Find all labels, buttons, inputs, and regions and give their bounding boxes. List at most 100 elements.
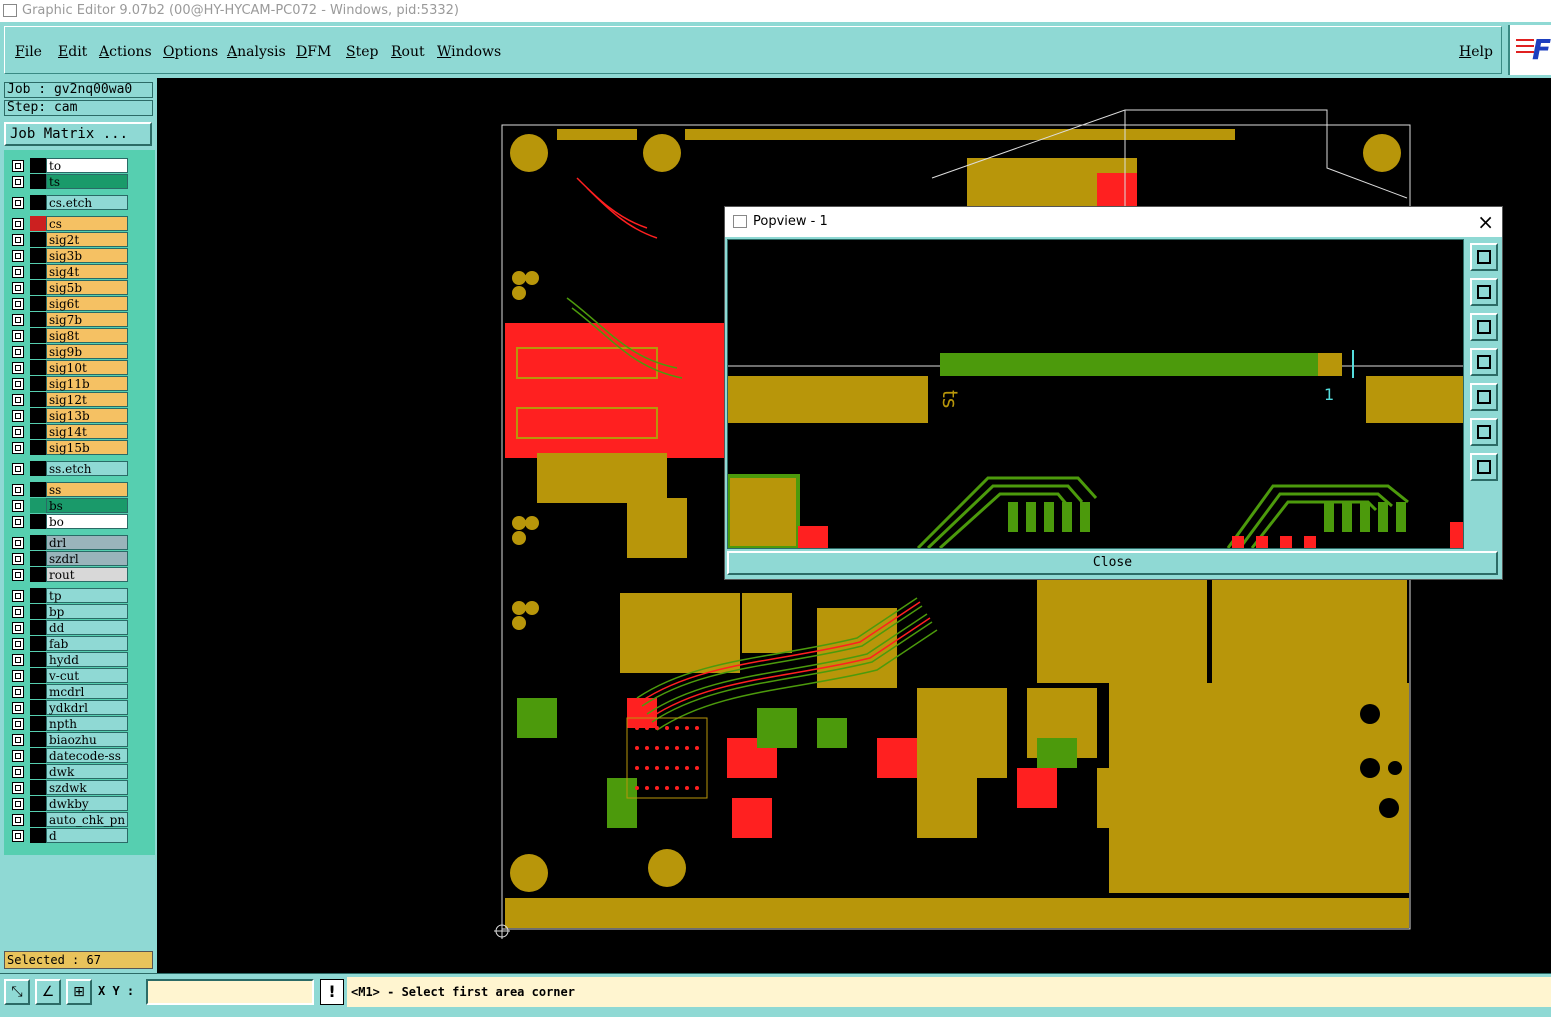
layer-name[interactable]: ss — [46, 482, 128, 497]
layer-checkbox[interactable] — [12, 250, 24, 262]
layer-color-swatch[interactable] — [30, 461, 46, 476]
layer-color-swatch[interactable] — [30, 296, 46, 311]
layer-row-biaozhu[interactable]: biaozhu — [8, 732, 128, 748]
layer-row-sig3b[interactable]: sig3b — [8, 248, 128, 264]
layer-row-dwk[interactable]: dwk — [8, 764, 128, 780]
layer-checkbox[interactable] — [12, 394, 24, 406]
layer-color-swatch[interactable] — [30, 408, 46, 423]
layer-color-swatch[interactable] — [30, 764, 46, 779]
layer-name[interactable]: cs.etch — [46, 195, 128, 210]
layer-color-swatch[interactable] — [30, 828, 46, 843]
layer-checkbox[interactable] — [12, 330, 24, 342]
layer-color-swatch[interactable] — [30, 796, 46, 811]
layer-checkbox[interactable] — [12, 814, 24, 826]
layer-color-swatch[interactable] — [30, 424, 46, 439]
layer-color-swatch[interactable] — [30, 232, 46, 247]
layer-name[interactable]: auto_chk_pn — [46, 812, 128, 827]
layer-checkbox[interactable] — [12, 160, 24, 172]
layer-color-swatch[interactable] — [30, 482, 46, 497]
layer-row-rout[interactable]: rout — [8, 567, 128, 583]
layer-row-sig10t[interactable]: sig10t — [8, 360, 128, 376]
layer-checkbox[interactable] — [12, 516, 24, 528]
layer-row-fab[interactable]: fab — [8, 636, 128, 652]
layer-name[interactable]: sig11b — [46, 376, 128, 391]
layer-name[interactable]: bo — [46, 514, 128, 529]
layer-row-sig15b[interactable]: sig15b — [8, 440, 128, 456]
zoom-in-icon[interactable] — [1470, 418, 1498, 446]
layer-color-swatch[interactable] — [30, 195, 46, 210]
layer-row-sig14t[interactable]: sig14t — [8, 424, 128, 440]
layer-row-tp[interactable]: tp — [8, 588, 128, 604]
layer-color-swatch[interactable] — [30, 780, 46, 795]
layer-color-swatch[interactable] — [30, 514, 46, 529]
popview-zoom-view[interactable]: ts 1 — [728, 240, 1463, 548]
layer-color-swatch[interactable] — [30, 588, 46, 603]
layer-name[interactable]: tp — [46, 588, 128, 603]
layer-row-dwkby[interactable]: dwkby — [8, 796, 128, 812]
layer-color-swatch[interactable] — [30, 216, 46, 231]
layer-row-auto_chk_pn[interactable]: auto_chk_pn — [8, 812, 128, 828]
menu-rout[interactable]: Rout — [391, 44, 425, 60]
layer-checkbox[interactable] — [12, 798, 24, 810]
layer-checkbox[interactable] — [12, 500, 24, 512]
layer-name[interactable]: sig4t — [46, 264, 128, 279]
layer-name[interactable]: sig13b — [46, 408, 128, 423]
layer-color-swatch[interactable] — [30, 312, 46, 327]
layer-checkbox[interactable] — [12, 686, 24, 698]
measure-tool-icon[interactable]: ∠ — [35, 979, 61, 1005]
layer-name[interactable]: ydkdrl — [46, 700, 128, 715]
layer-checkbox[interactable] — [12, 537, 24, 549]
menu-analysis[interactable]: Analysis — [227, 44, 286, 60]
layer-name[interactable]: v-cut — [46, 668, 128, 683]
layer-checkbox[interactable] — [12, 426, 24, 438]
layer-checkbox[interactable] — [12, 670, 24, 682]
layer-name[interactable]: sig14t — [46, 424, 128, 439]
layer-row-cs.etch[interactable]: cs.etch — [8, 195, 128, 211]
layer-name[interactable]: sig12t — [46, 392, 128, 407]
popview-canvas[interactable]: ts 1 — [727, 239, 1464, 549]
layer-checkbox[interactable] — [12, 266, 24, 278]
layer-color-swatch[interactable] — [30, 344, 46, 359]
layer-name[interactable]: ss.etch — [46, 461, 128, 476]
pan-down-icon[interactable] — [1470, 313, 1498, 341]
layer-name[interactable]: drl — [46, 535, 128, 550]
layer-color-swatch[interactable] — [30, 668, 46, 683]
layer-checkbox[interactable] — [12, 234, 24, 246]
layer-checkbox[interactable] — [12, 569, 24, 581]
grid-tool-icon[interactable]: ⊞ — [66, 979, 92, 1005]
layer-row-to[interactable]: to — [8, 158, 128, 174]
layer-row-d[interactable]: d — [8, 828, 128, 844]
layer-name[interactable]: dwkby — [46, 796, 128, 811]
layer-row-szdwk[interactable]: szdwk — [8, 780, 128, 796]
layer-color-swatch[interactable] — [30, 748, 46, 763]
layer-color-swatch[interactable] — [30, 376, 46, 391]
layer-name[interactable]: datecode-ss — [46, 748, 128, 763]
layer-checkbox[interactable] — [12, 782, 24, 794]
layer-row-sig13b[interactable]: sig13b — [8, 408, 128, 424]
layer-name[interactable]: szdwk — [46, 780, 128, 795]
layer-row-sig12t[interactable]: sig12t — [8, 392, 128, 408]
menu-edit[interactable]: Edit — [58, 44, 87, 60]
layer-color-swatch[interactable] — [30, 392, 46, 407]
layer-color-swatch[interactable] — [30, 280, 46, 295]
layer-checkbox[interactable] — [12, 750, 24, 762]
layer-color-swatch[interactable] — [30, 158, 46, 173]
layer-row-sig11b[interactable]: sig11b — [8, 376, 128, 392]
layer-checkbox[interactable] — [12, 702, 24, 714]
layer-checkbox[interactable] — [12, 197, 24, 209]
menu-help[interactable]: Help — [1459, 44, 1493, 60]
layer-name[interactable]: bs — [46, 498, 128, 513]
layer-row-v-cut[interactable]: v-cut — [8, 668, 128, 684]
xy-input[interactable] — [146, 979, 314, 1005]
message-alert-icon[interactable]: ! — [320, 979, 344, 1005]
layer-name[interactable]: mcdrl — [46, 684, 128, 699]
layer-name[interactable]: sig15b — [46, 440, 128, 455]
layer-row-ydkdrl[interactable]: ydkdrl — [8, 700, 128, 716]
layer-color-swatch[interactable] — [30, 498, 46, 513]
layer-checkbox[interactable] — [12, 410, 24, 422]
layer-checkbox[interactable] — [12, 718, 24, 730]
layer-row-npth[interactable]: npth — [8, 716, 128, 732]
layer-name[interactable]: sig8t — [46, 328, 128, 343]
pan-left-icon[interactable] — [1470, 348, 1498, 376]
layer-row-sig6t[interactable]: sig6t — [8, 296, 128, 312]
